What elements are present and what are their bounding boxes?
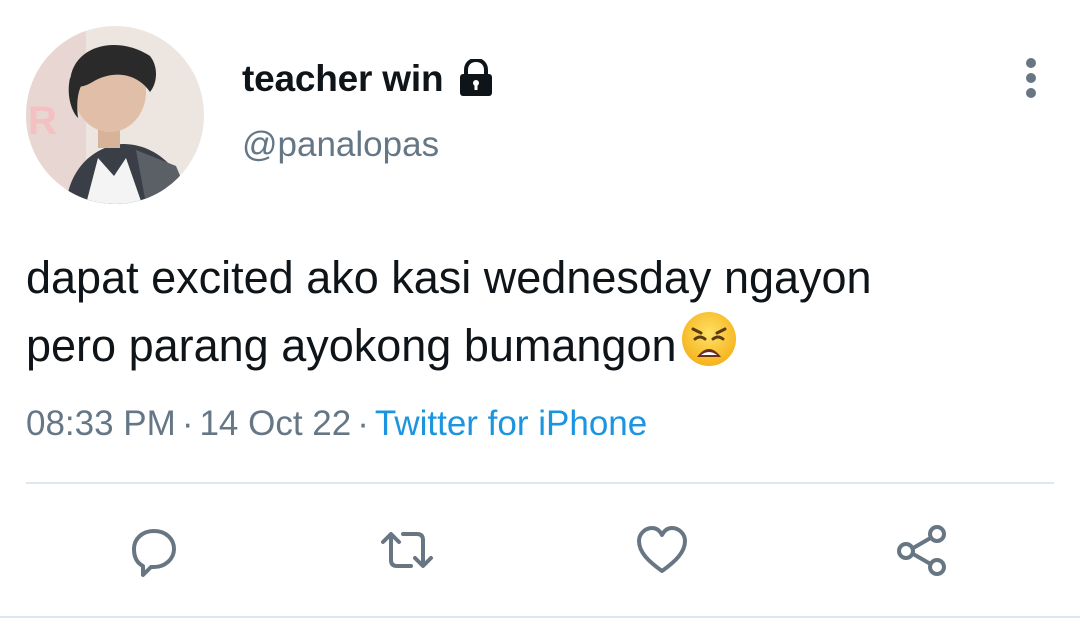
share-nodes-icon: [897, 525, 946, 576]
more-options-button[interactable]: [1012, 56, 1052, 100]
meta-separator: ·: [181, 404, 194, 443]
tweet-text-line-content: pero parang ayokong bumangon: [26, 320, 677, 371]
svg-text:R: R: [28, 99, 57, 143]
author-display-name[interactable]: teacher win: [242, 58, 444, 100]
tweet-text: dapat excited ako kasi wednesday ngayon …: [26, 244, 1066, 379]
heart-icon: [637, 526, 687, 573]
bottom-divider: [0, 616, 1080, 618]
tweet-time: 08:33 PM: [26, 404, 176, 443]
lock-icon: [458, 57, 494, 97]
share-button[interactable]: [892, 520, 952, 580]
tweet-card: R teacher win @panalopas dapat excited a…: [0, 0, 1080, 630]
meta-separator: ·: [357, 404, 369, 443]
divider: [26, 482, 1054, 484]
speech-bubble-icon: [132, 529, 176, 577]
avatar[interactable]: R: [26, 26, 204, 204]
reply-button[interactable]: [124, 520, 184, 580]
author-handle[interactable]: @panalopas: [242, 125, 439, 165]
tweet-metadata: 08:33 PM · 14 Oct 22 · Twitter for iPhone: [26, 404, 647, 444]
tweet-source-link[interactable]: Twitter for iPhone: [375, 404, 647, 443]
retweet-arrows-icon: [381, 532, 433, 568]
retweet-button[interactable]: [377, 520, 437, 580]
profile-photo-icon: R: [26, 26, 204, 204]
tweet-date: 14 Oct 22: [199, 404, 352, 443]
like-button[interactable]: [632, 520, 692, 580]
tweet-text-line: pero parang ayokong bumangon: [26, 311, 1066, 379]
tweet-text-line: dapat excited ako kasi wednesday ngayon: [26, 252, 872, 303]
weary-face-emoji-icon: [681, 312, 736, 366]
